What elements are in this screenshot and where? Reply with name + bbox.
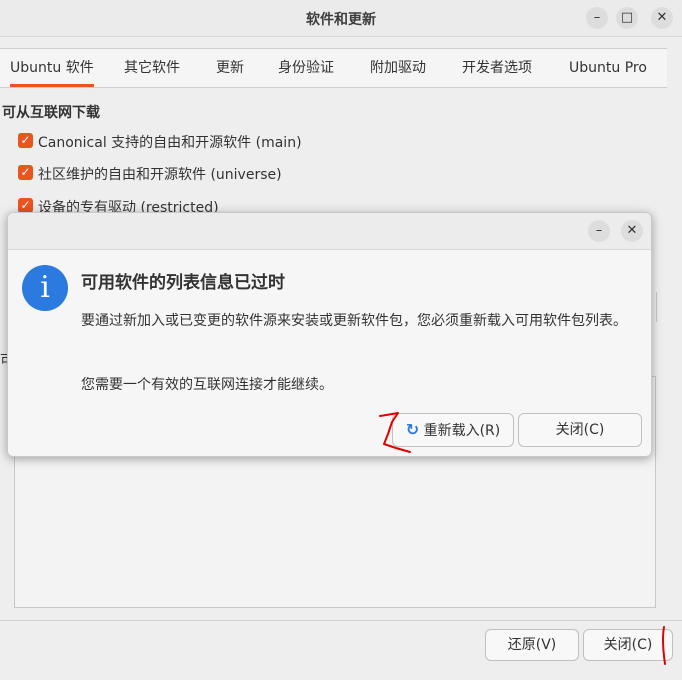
partial-dropdown-edge <box>652 292 657 322</box>
tab-ubuntu-software[interactable]: Ubuntu 软件 <box>10 49 94 87</box>
reload-button[interactable]: ↻ 重新载入(R) <box>392 413 514 447</box>
dialog-close-text-button[interactable]: 关闭(C) <box>518 413 642 447</box>
tab-additional-drivers[interactable]: 附加驱动 <box>370 49 426 87</box>
tab-authentication[interactable]: 身份验证 <box>278 49 334 87</box>
reload-icon: ↻ <box>405 420 420 439</box>
download-section-title: 可从互联网下载 <box>2 105 100 121</box>
checkbox-label-universe: 社区维护的自由和开源软件 (universe) <box>38 167 282 183</box>
revert-button[interactable]: 还原(V) <box>485 629 579 661</box>
tab-other-software[interactable]: 其它软件 <box>124 49 180 87</box>
window-close-button[interactable]: ✕ <box>651 7 673 29</box>
dialog-network-note: 您需要一个有效的互联网连接才能继续。 <box>81 377 333 393</box>
window-titlebar[interactable]: 软件和更新 – □ ✕ <box>0 0 682 37</box>
tab-ubuntu-pro[interactable]: Ubuntu Pro <box>569 49 647 87</box>
maximize-button[interactable]: □ <box>616 7 638 29</box>
dialog-minimize-button[interactable]: – <box>588 220 610 242</box>
bottom-action-bar: 还原(V) 关闭(C) <box>0 620 682 680</box>
checkbox-restricted[interactable]: ✓ <box>18 198 33 213</box>
close-window-button[interactable]: 关闭(C) <box>583 629 673 661</box>
minimize-button[interactable]: – <box>586 7 608 29</box>
checkbox-universe[interactable]: ✓ <box>18 165 33 180</box>
dialog-close-button[interactable]: ✕ <box>621 220 643 242</box>
outdated-info-dialog: – ✕ i 可用软件的列表信息已过时 要通过新加入或已变更的软件源来安装或更新软… <box>7 212 652 457</box>
tab-developer-options[interactable]: 开发者选项 <box>462 49 532 87</box>
reload-button-label: 重新载入(R) <box>423 423 501 439</box>
dialog-message: 要通过新加入或已变更的软件源来安装或更新软件包，您必须重新载入可用软件包列表。 <box>81 313 627 329</box>
checkbox-main[interactable]: ✓ <box>18 133 33 148</box>
checkbox-label-main: Canonical 支持的自由和开源软件 (main) <box>38 135 302 151</box>
tab-updates[interactable]: 更新 <box>216 49 244 87</box>
window-title: 软件和更新 <box>306 12 376 28</box>
info-icon: i <box>22 265 68 311</box>
dialog-heading: 可用软件的列表信息已过时 <box>81 273 285 293</box>
dialog-titlebar[interactable]: – ✕ <box>8 213 651 250</box>
tab-bar: Ubuntu 软件 其它软件 更新 身份验证 附加驱动 开发者选项 Ubuntu… <box>0 48 667 88</box>
